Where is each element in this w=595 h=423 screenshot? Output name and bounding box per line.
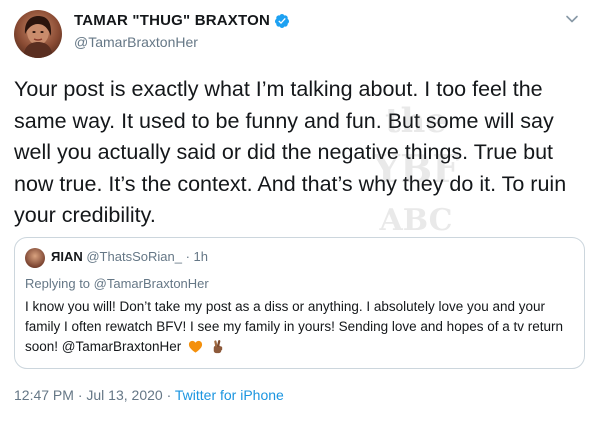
quoted-timestamp[interactable]: 1h bbox=[194, 249, 208, 264]
author-avatar[interactable] bbox=[14, 10, 62, 58]
quoted-text-block: I know you will! Don’t take my post as a… bbox=[25, 297, 575, 357]
author-avatar-image bbox=[23, 16, 53, 58]
quoted-author-avatar[interactable] bbox=[25, 248, 45, 268]
tweet-source-link[interactable]: Twitter for iPhone bbox=[175, 387, 284, 403]
quoted-header: ЯIAN @ThatsSoRian_ · 1h bbox=[51, 249, 208, 264]
quoted-tweet[interactable]: ЯIAN @ThatsSoRian_ · 1h Replying to @Tam… bbox=[14, 237, 585, 369]
quoted-handle[interactable]: @ThatsSoRian_ bbox=[86, 249, 182, 264]
tweet-text: Your post is exactly what I’m talking ab… bbox=[14, 77, 567, 227]
footer-separator-1: · bbox=[77, 387, 83, 403]
author-name-row: TAMAR "THUG" BRAXTON bbox=[74, 12, 290, 29]
footer-separator-2: · bbox=[166, 387, 172, 403]
orange-heart-icon bbox=[188, 340, 203, 353]
author-display-name[interactable]: TAMAR "THUG" BRAXTON bbox=[74, 12, 270, 29]
author-handle[interactable]: @TamarBraxtonHer bbox=[74, 34, 198, 50]
quoted-display-name[interactable]: ЯIAN bbox=[51, 249, 83, 264]
verified-badge-icon bbox=[274, 13, 290, 29]
tweet-footer: 12:47 PM · Jul 13, 2020 · Twitter for iP… bbox=[14, 387, 284, 403]
tweet-time[interactable]: 12:47 PM bbox=[14, 387, 74, 403]
quoted-separator: · bbox=[185, 249, 190, 264]
replying-mention[interactable]: @TamarBraxtonHer bbox=[94, 276, 209, 291]
replying-prefix: Replying to bbox=[25, 276, 91, 291]
quoted-replying-to: Replying to @TamarBraxtonHer bbox=[25, 276, 209, 291]
tweet-date[interactable]: Jul 13, 2020 bbox=[86, 387, 162, 403]
chevron-down-icon[interactable] bbox=[565, 12, 579, 26]
quoted-text: I know you will! Don’t take my post as a… bbox=[25, 299, 564, 354]
fingers-crossed-icon bbox=[213, 340, 222, 354]
tweet-card: TAMAR "THUG" BRAXTON @TamarBraxtonHer Yo… bbox=[0, 0, 595, 423]
